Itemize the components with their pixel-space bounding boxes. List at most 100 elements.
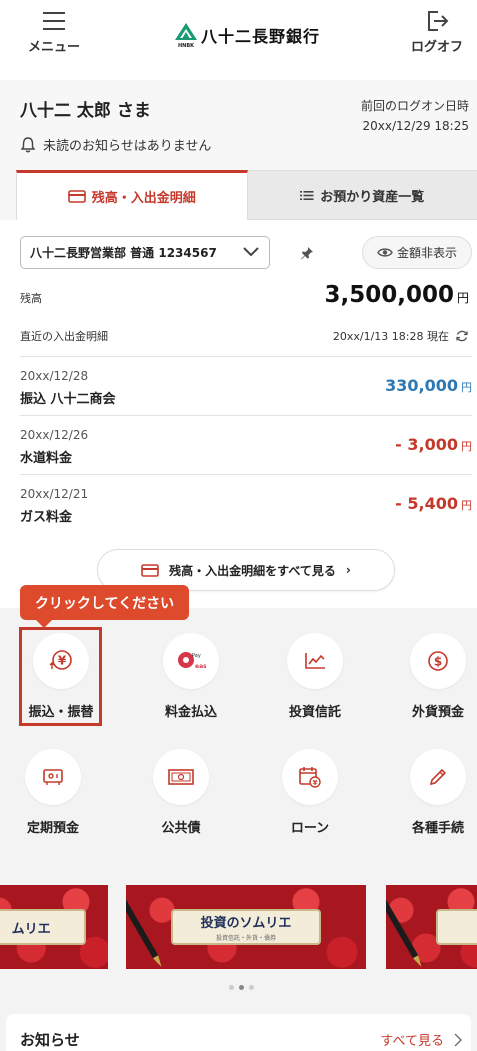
menu-bill-pay-label: 料金払込 [164, 705, 217, 720]
menu-loan[interactable]: ¥ ローン [255, 749, 365, 836]
bell-icon [20, 137, 36, 153]
pay-easy-icon: easy Pay [163, 633, 219, 689]
pin-icon[interactable] [300, 246, 314, 260]
menu-time-deposit-label: 定期預金 [26, 821, 79, 836]
last-login-time: 20xx/12/29 18:25 [362, 119, 470, 133]
menu-public-bond-label: 公共債 [161, 821, 201, 836]
recent-time-value: 20xx/1/13 18:28 現在 [332, 330, 449, 343]
news-view-all-link[interactable]: すべて見る [380, 1030, 463, 1049]
chevron-down-icon [243, 247, 259, 257]
transaction-date: 20xx/12/26 [20, 428, 89, 442]
eye-icon [377, 248, 393, 257]
transaction-row[interactable]: 20xx/12/21 ガス料金 - 5,400 円 [20, 474, 472, 533]
banner-title: 投資のソムリエ [200, 916, 292, 931]
banner-scroll: 投資のソムリエ 投資信託・外貨・債券 [171, 909, 321, 945]
page: メニュー HNBK 八十二長野銀行 ログオフ 八十二 太郎 さま 前回のログオン… [0, 0, 477, 1051]
menu-loan-label: ローン [290, 821, 330, 836]
last-login: 前回のログオン日時 20xx/12/29 18:25 [361, 96, 469, 136]
logout-label: ログオフ [410, 40, 463, 55]
safe-icon [25, 749, 81, 805]
dollar-icon: $ [410, 633, 466, 689]
last-login-label: 前回のログオン日時 [360, 99, 469, 113]
notice-status[interactable]: 未読のお知らせはありません [20, 135, 211, 154]
view-all-label: 残高・入出金明細をすべて見る [169, 563, 336, 578]
transaction-desc: 水道料金 [20, 451, 73, 466]
header: メニュー HNBK 八十二長野銀行 ログオフ [0, 0, 477, 80]
banner-slide[interactable] [386, 885, 477, 969]
yen-unit: 円 [461, 499, 472, 512]
tab-balance[interactable]: 残高・入出金明細 [16, 170, 248, 220]
hide-amount-button[interactable]: 金額非表示 [362, 236, 472, 269]
card-icon [141, 563, 159, 577]
carousel-dots [229, 985, 254, 990]
refresh-icon[interactable] [455, 329, 469, 343]
menu-button[interactable]: メニュー [22, 8, 86, 55]
account-select[interactable]: 八十二長野営業部 普通 1234567 [20, 236, 270, 269]
chevron-right-icon [454, 1032, 463, 1047]
svg-text:¥: ¥ [313, 779, 318, 787]
menu-procedures[interactable]: 各種手続 [383, 749, 477, 836]
recent-time: 20xx/1/13 18:28 現在 [333, 328, 469, 344]
tab-balance-label: 残高・入出金明細 [91, 191, 196, 206]
svg-text:Pay: Pay [192, 653, 201, 659]
banner-slide-active[interactable]: 投資のソムリエ 投資信託・外貨・債券 [126, 885, 366, 969]
svg-text:HNBK: HNBK [178, 43, 195, 48]
logout-icon [428, 11, 449, 31]
account-select-value: 八十二長野営業部 普通 1234567 [30, 246, 217, 260]
tab-assets[interactable]: お預かり資産一覧 [247, 170, 477, 220]
list-icon [300, 190, 314, 200]
transaction-row[interactable]: 20xx/12/26 水道料金 - 3,000 円 [20, 415, 472, 474]
transaction-row[interactable]: 20xx/12/28 振込 八十二商会 330,000 円 [20, 356, 472, 415]
click-hint-tooltip: クリックしてください [20, 585, 189, 628]
chart-line-icon [287, 633, 343, 689]
menu-time-deposit[interactable]: 定期預金 [0, 749, 108, 836]
bank-logo-icon: HNBK [174, 22, 198, 48]
hamburger-icon [43, 12, 65, 30]
transaction-amount-value: - 3,000 [395, 435, 458, 454]
balance-label: 残高 [20, 292, 42, 305]
yen-unit: 円 [456, 291, 469, 305]
balance-value: 3,500,000 [324, 282, 454, 308]
news-title: お知らせ [20, 1031, 80, 1049]
tab-bar: 残高・入出金明細 お預かり資産一覧 [16, 170, 477, 220]
svg-text:$: $ [434, 655, 442, 669]
menu-bill-pay[interactable]: easy Pay 料金払込 [136, 633, 246, 720]
bank-name: 八十二長野銀行 [201, 27, 321, 46]
logout-button[interactable]: ログオフ [405, 8, 469, 55]
banner-scroll [436, 909, 477, 945]
menu-procedures-label: 各種手続 [411, 821, 464, 836]
carousel-dot[interactable] [249, 985, 254, 990]
transaction-date: 20xx/12/28 [20, 369, 89, 383]
chevron-right-icon: › [345, 563, 351, 577]
menu-investment-trust[interactable]: 投資信託 [260, 633, 370, 720]
banner-slide[interactable]: ムリエ [0, 885, 108, 969]
bank-logo[interactable]: HNBK 八十二長野銀行 [174, 22, 320, 48]
transaction-desc: 振込 八十二商会 [20, 392, 116, 407]
transaction-amount-value: - 5,400 [395, 494, 458, 513]
menu-label: メニュー [27, 40, 80, 55]
recent-label: 直近の入出金明細 [20, 330, 108, 343]
svg-text:easy: easy [195, 663, 206, 670]
notice-text: 未読のお知らせはありません [43, 139, 212, 154]
menu-investment-trust-label: 投資信託 [288, 705, 341, 720]
bond-icon [153, 749, 209, 805]
menu-public-bond[interactable]: 公共債 [126, 749, 236, 836]
news-section: お知らせ すべて見る [6, 1014, 471, 1051]
transaction-date: 20xx/12/21 [20, 487, 89, 501]
yen-unit: 円 [461, 381, 472, 394]
transaction-desc: ガス料金 [20, 510, 73, 525]
menu-foreign-deposit-label: 外貨預金 [411, 705, 464, 720]
news-view-all-label: すべて見る [380, 1034, 444, 1049]
transaction-amount: - 3,000 円 [395, 435, 472, 454]
pencil-icon [410, 749, 466, 805]
carousel-dot[interactable] [229, 985, 234, 990]
transaction-amount: - 5,400 円 [395, 494, 472, 513]
highlight-frame [19, 627, 102, 726]
account-card: 八十二長野営業部 普通 1234567 金額非表示 残高 3,500,000 円 … [0, 220, 477, 608]
carousel-dot-active[interactable] [239, 985, 244, 990]
banner-title: ムリエ [11, 921, 51, 937]
tab-assets-label: お預かり資産一覧 [320, 189, 425, 205]
banner-subtitle: 投資信託・外貨・債券 [215, 935, 276, 942]
menu-foreign-deposit[interactable]: $ 外貨預金 [383, 633, 477, 720]
card-icon [67, 190, 86, 203]
